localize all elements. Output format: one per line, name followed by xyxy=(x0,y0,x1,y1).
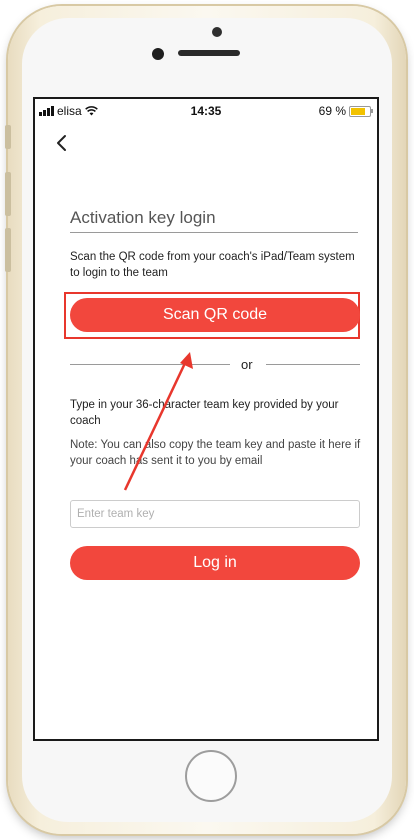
battery-percent: 69 % xyxy=(318,104,346,118)
login-button[interactable]: Log in xyxy=(70,546,360,580)
status-bar: elisa 14:35 69 % xyxy=(35,101,377,121)
divider-line-right xyxy=(266,364,360,365)
mute-switch xyxy=(5,125,11,149)
volume-up-button xyxy=(5,172,11,216)
proximity-sensor xyxy=(152,48,164,60)
home-button[interactable] xyxy=(185,750,237,802)
volume-down-button xyxy=(5,228,11,272)
back-button[interactable] xyxy=(53,133,73,153)
or-divider: or xyxy=(70,357,360,373)
divider-line-left xyxy=(70,364,230,365)
team-key-input[interactable] xyxy=(70,500,360,528)
app-screen: elisa 14:35 69 % Activation key login Sc… xyxy=(33,97,379,741)
front-camera xyxy=(212,27,222,37)
page-title: Activation key login xyxy=(70,208,216,227)
scan-qr-button[interactable]: Scan QR code xyxy=(70,298,360,332)
chevron-left-icon xyxy=(57,135,66,151)
type-key-instruction: Type in your 36-character team key provi… xyxy=(70,399,339,427)
earpiece-speaker xyxy=(178,50,240,56)
battery-info: 69 % xyxy=(318,104,373,118)
battery-icon xyxy=(349,105,373,117)
title-underline xyxy=(70,232,358,233)
divider-text: or xyxy=(241,357,253,372)
scan-instruction: Scan the QR code from your coach's iPad/… xyxy=(70,251,355,279)
email-note: Note: You can also copy the team key and… xyxy=(70,439,361,467)
